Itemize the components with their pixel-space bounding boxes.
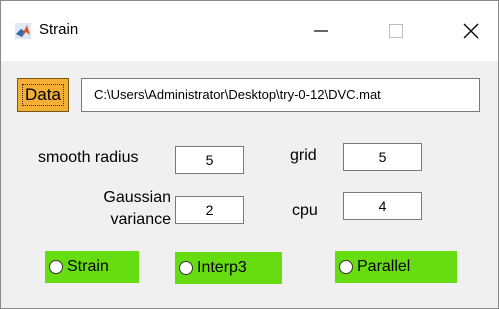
data-button[interactable]: Data xyxy=(17,78,69,112)
grid-input[interactable]: 5 xyxy=(343,143,422,171)
close-icon xyxy=(463,23,479,39)
minimize-icon xyxy=(314,30,328,32)
cpu-label: cpu xyxy=(292,202,318,219)
parallel-radio-circle xyxy=(339,260,353,274)
strain-radio-circle xyxy=(49,260,63,274)
maximize-button[interactable] xyxy=(373,11,419,51)
cpu-input[interactable]: 4 xyxy=(343,192,422,220)
strain-radio[interactable]: Strain xyxy=(45,251,139,283)
client-area: Data C:\Users\Administrator\Desktop\try-… xyxy=(9,61,490,307)
title-bar: Strain xyxy=(1,1,498,61)
interp3-radio[interactable]: Interp3 xyxy=(175,252,282,284)
window-title: Strain xyxy=(39,21,79,38)
interp3-radio-circle xyxy=(179,261,193,275)
gaussian-variance-input[interactable]: 2 xyxy=(175,196,244,224)
gaussian-variance-label-line2: variance xyxy=(110,211,171,228)
gaussian-variance-label: Gaussian variance xyxy=(59,187,171,231)
gaussian-variance-label-line1: Gaussian xyxy=(103,189,171,206)
smooth-radius-input[interactable]: 5 xyxy=(175,146,244,174)
smooth-radius-label: smooth radius xyxy=(38,149,139,166)
matlab-logo-icon xyxy=(15,23,31,39)
close-button[interactable] xyxy=(448,11,494,51)
maximize-icon xyxy=(389,24,403,38)
grid-label: grid xyxy=(290,147,317,164)
file-path-field[interactable]: C:\Users\Administrator\Desktop\try-0-12\… xyxy=(81,78,480,112)
interp3-radio-label: Interp3 xyxy=(197,259,247,276)
parallel-radio[interactable]: Parallel xyxy=(335,251,457,283)
data-button-label: Data xyxy=(22,84,64,106)
strain-window: Strain Data C:\Users\Administrator\Deskt… xyxy=(0,0,499,309)
parallel-radio-label: Parallel xyxy=(357,258,411,275)
strain-radio-label: Strain xyxy=(67,258,109,275)
minimize-button[interactable] xyxy=(298,11,344,51)
